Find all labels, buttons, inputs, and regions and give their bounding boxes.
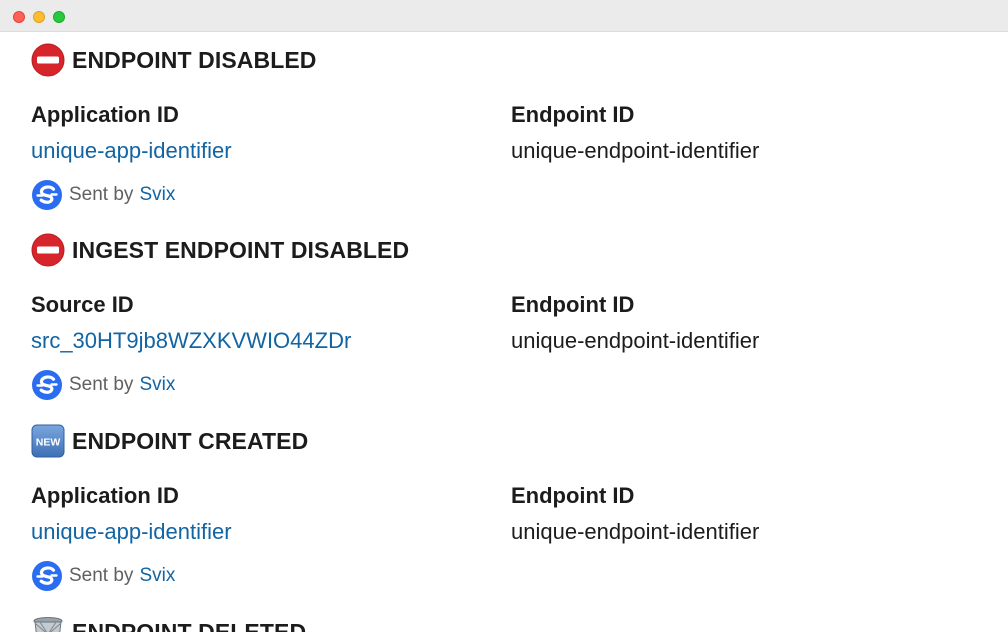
field-label: Application ID [31, 483, 179, 508]
message-endpoint-disabled: ENDPOINT DISABLED Application ID unique-… [31, 32, 991, 223]
sent-by-footer: Sent by Svix [31, 559, 175, 593]
endpoint-id-value: unique-endpoint-identifier [511, 138, 760, 163]
new-badge-text: NEW [36, 437, 61, 449]
message-header: ENDPOINT DELETED [31, 616, 306, 632]
field-label: Endpoint ID [511, 102, 635, 127]
svix-link[interactable]: Svix [139, 565, 175, 587]
close-window-button[interactable] [13, 11, 25, 23]
application-id-field: Application ID unique-app-identifier [31, 100, 232, 166]
message-title: ENDPOINT DELETED [72, 618, 307, 632]
endpoint-id-value: unique-endpoint-identifier [511, 519, 760, 544]
field-label: Application ID [31, 102, 179, 127]
minimize-window-button[interactable] [33, 11, 45, 23]
source-id-link[interactable]: src_30HT9jb8WZXKVWIO44ZDr [31, 326, 351, 356]
message-title: ENDPOINT DISABLED [72, 46, 317, 73]
application-id-field: Application ID unique-app-identifier [31, 481, 232, 547]
message-endpoint-created: NEW ENDPOINT CREATED Application ID uniq… [31, 413, 991, 604]
sent-by-footer: Sent by Svix [31, 178, 175, 212]
source-id-field: Source ID src_30HT9jb8WZXKVWIO44ZDr [31, 290, 351, 356]
message-feed: ENDPOINT DISABLED Application ID unique-… [0, 32, 1008, 632]
svix-link[interactable]: Svix [139, 184, 175, 206]
endpoint-id-field: Endpoint ID unique-endpoint-identifier [511, 290, 759, 356]
application-id-link[interactable]: unique-app-identifier [31, 517, 232, 547]
svix-link[interactable]: Svix [139, 374, 175, 396]
no-entry-icon [31, 43, 65, 77]
message-header: NEW ENDPOINT CREATED [31, 424, 309, 458]
new-badge-icon: NEW [31, 424, 65, 458]
endpoint-id-field: Endpoint ID unique-endpoint-identifier [511, 100, 759, 166]
app-window: ENDPOINT DISABLED Application ID unique-… [0, 0, 1008, 632]
sent-by-label: Sent by [69, 374, 134, 395]
svix-logo-icon [32, 180, 62, 210]
svix-logo-icon [32, 370, 62, 400]
message-endpoint-deleted: ENDPOINT DELETED [31, 604, 991, 632]
wastebasket-icon [33, 617, 63, 632]
window-titlebar [0, 0, 1008, 32]
message-title: ENDPOINT CREATED [72, 427, 309, 454]
message-header: ENDPOINT DISABLED [31, 43, 317, 77]
no-entry-icon [31, 233, 65, 267]
field-label: Endpoint ID [511, 292, 635, 317]
message-header: INGEST ENDPOINT DISABLED [31, 233, 410, 267]
maximize-window-button[interactable] [53, 11, 65, 23]
svix-logo-icon [32, 561, 62, 591]
field-label: Endpoint ID [511, 483, 635, 508]
sent-by-label: Sent by [69, 565, 134, 586]
field-label: Source ID [31, 292, 134, 317]
sent-by-label: Sent by [69, 184, 134, 205]
message-title: INGEST ENDPOINT DISABLED [72, 236, 410, 263]
message-ingest-endpoint-disabled: INGEST ENDPOINT DISABLED Source ID src_3… [31, 222, 991, 413]
endpoint-id-field: Endpoint ID unique-endpoint-identifier [511, 481, 759, 547]
application-id-link[interactable]: unique-app-identifier [31, 136, 232, 166]
sent-by-footer: Sent by Svix [31, 368, 175, 402]
endpoint-id-value: unique-endpoint-identifier [511, 328, 760, 353]
